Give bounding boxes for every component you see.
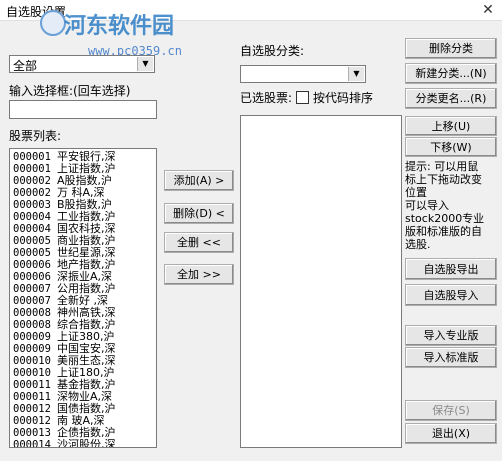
- add-all-button[interactable]: 全加 >>: [164, 264, 234, 285]
- stock-code: 000008: [13, 307, 51, 319]
- stock-code: 000011: [13, 391, 51, 403]
- save-button[interactable]: 保存(S): [405, 400, 497, 421]
- selected-stock-list[interactable]: [240, 115, 402, 448]
- stock-code: 000009: [13, 331, 51, 343]
- stock-code: 000012: [13, 403, 51, 415]
- stock-list[interactable]: 000001 平安银行,深 000001 上证指数,沪 000002 A股指数,沪 0000…: [9, 148, 157, 448]
- stock-list-item[interactable]: 000014 沙河股份,深: [13, 439, 156, 448]
- hint-line: 版和标准版的自: [405, 225, 482, 238]
- move-down-button[interactable]: 下移(W): [405, 137, 497, 157]
- import-standard-button[interactable]: 导入标准版: [405, 347, 497, 368]
- hint-line: 可以导入: [405, 199, 449, 212]
- export-button[interactable]: 自选股导出: [405, 258, 497, 280]
- stock-code: 000004: [13, 211, 51, 223]
- watermark-logo-icon: [40, 10, 66, 36]
- stock-code: 000006: [13, 271, 51, 283]
- delete-category-button[interactable]: 删除分类: [405, 38, 497, 59]
- stock-code: 000006: [13, 259, 51, 271]
- chevron-down-icon[interactable]: ▼: [348, 67, 364, 81]
- hint-line: 选股.: [405, 238, 431, 251]
- stock-code: 000002: [13, 175, 51, 187]
- hint-line: 提示: 可以用鼠: [405, 160, 479, 173]
- stock-code: 000010: [13, 367, 51, 379]
- stock-code: 000012: [13, 415, 51, 427]
- stock-code: 000011: [13, 379, 51, 391]
- stock-name: 沙河股份,深: [57, 438, 116, 448]
- hint-text: 提示: 可以用鼠 标上下拖动改变 位置 可以导入 stock2000专业 版和标…: [405, 160, 500, 251]
- stock-code: 000007: [13, 295, 51, 307]
- stock-code: 000005: [13, 235, 51, 247]
- hint-line: 标上下拖动改变: [405, 173, 482, 186]
- close-icon[interactable]: ✕: [476, 1, 500, 19]
- chevron-down-icon[interactable]: ▼: [137, 57, 153, 71]
- category-select[interactable]: ▼: [240, 65, 366, 83]
- stock-list-label: 股票列表:: [9, 129, 62, 143]
- stock-code: 000009: [13, 343, 51, 355]
- stock-code: 000002: [13, 187, 51, 199]
- add-button[interactable]: 添加(A) >: [164, 170, 234, 191]
- stock-code: 000004: [13, 223, 51, 235]
- remove-button[interactable]: 删除(D) <: [164, 203, 234, 224]
- remove-all-button[interactable]: 全删 <<: [164, 232, 234, 253]
- stock-code: 000014: [13, 439, 51, 448]
- stock-code: 000003: [13, 199, 51, 211]
- selected-stocks-label: 已选股票:: [240, 91, 293, 105]
- stock-code: 000007: [13, 283, 51, 295]
- market-select[interactable]: 全部 ▼: [9, 55, 155, 73]
- input-label: 输入选择框:(回车选择): [9, 84, 131, 98]
- stock-search-input[interactable]: [9, 100, 157, 119]
- import-button[interactable]: 自选股导入: [405, 284, 497, 306]
- stock-code: 000001: [13, 163, 51, 175]
- stock-code: 000001: [13, 151, 51, 163]
- sort-by-code-label: 按代码排序: [313, 91, 374, 105]
- rename-category-button[interactable]: 分类更名...(R): [405, 88, 497, 109]
- checkbox-icon[interactable]: [296, 91, 309, 104]
- market-select-value: 全部: [13, 59, 38, 73]
- import-pro-button[interactable]: 导入专业版: [405, 325, 497, 346]
- hint-line: 位置: [405, 186, 427, 199]
- move-up-button[interactable]: 上移(U): [405, 116, 497, 136]
- stock-code: 000005: [13, 247, 51, 259]
- stock-code: 000013: [13, 427, 51, 439]
- stock-code: 000008: [13, 319, 51, 331]
- stock-code: 000010: [13, 355, 51, 367]
- sort-by-code-checkbox[interactable]: 按代码排序: [296, 89, 373, 106]
- category-label: 自选股分类:: [240, 44, 305, 58]
- hint-line: stock2000专业: [405, 212, 485, 225]
- watermark-text: 河东软件园: [64, 14, 175, 39]
- new-category-button[interactable]: 新建分类...(N): [405, 63, 497, 84]
- exit-button[interactable]: 退出(X): [405, 423, 497, 444]
